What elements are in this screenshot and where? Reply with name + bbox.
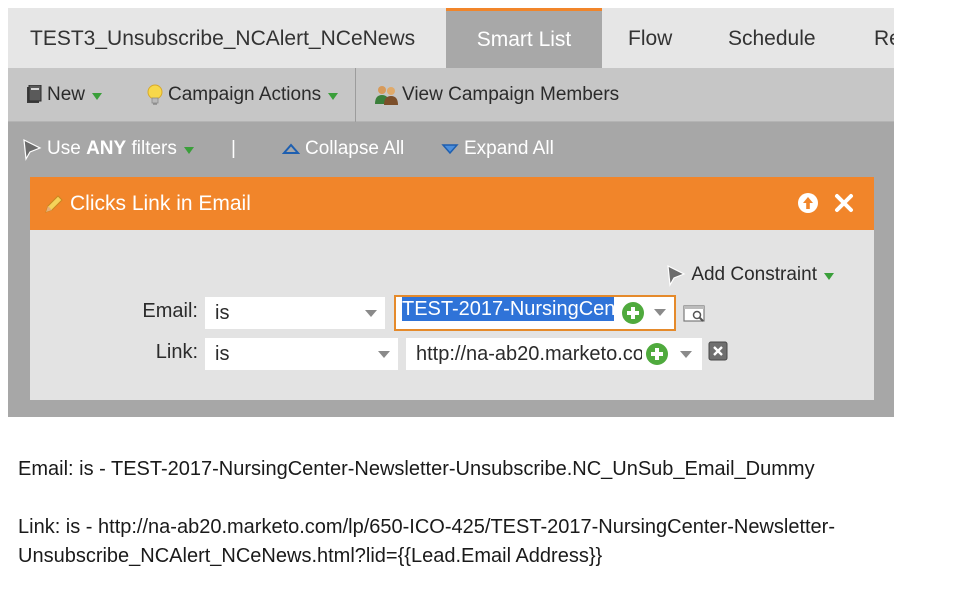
email-note-text: Email: is - TEST-2017-NursingCenter-News… xyxy=(18,458,815,480)
tab-smart-list[interactable]: Smart List xyxy=(446,8,602,68)
lookup-icon[interactable] xyxy=(683,304,707,324)
collapse-all-label: Collapse All xyxy=(305,138,405,159)
view-campaign-members-button[interactable]: View Campaign Members xyxy=(374,68,619,122)
tab-bar: TEST3_Unsubscribe_NCAlert_NCeNews Smart … xyxy=(8,8,894,68)
filter-card: Clicks Link in Email Add Constraint Emai… xyxy=(30,177,874,400)
email-row-label: Email: xyxy=(142,300,198,322)
filter-funnel-icon xyxy=(23,138,42,161)
expand-all-label: Expand All xyxy=(464,138,554,159)
add-constraint-caret-icon xyxy=(824,272,834,280)
collapse-all-button[interactable]: Collapse All xyxy=(282,122,404,176)
toolbar: New Campaign Actions View Campaign Membe… xyxy=(8,68,894,122)
email-operator-value: is xyxy=(215,302,230,324)
view-campaign-members-label: View Campaign Members xyxy=(402,84,620,105)
email-value-combobox[interactable]: TEST-2017-NursingCente xyxy=(394,295,676,331)
link-value-caret-icon[interactable] xyxy=(680,351,692,358)
lightbulb-icon xyxy=(147,84,163,105)
pencil-filter-icon xyxy=(45,195,63,213)
any-label: ANY xyxy=(86,138,127,159)
email-operator-select[interactable]: is xyxy=(205,297,385,329)
tab-flow[interactable]: Flow xyxy=(628,8,672,68)
expand-all-button[interactable]: Expand All xyxy=(441,122,554,176)
email-add-icon[interactable] xyxy=(622,302,644,324)
link-value-text: http://na-ab20.marketo.co xyxy=(416,343,642,365)
email-operator-caret-icon xyxy=(365,310,377,317)
collapse-triangle-icon xyxy=(282,143,300,154)
filter-logic-dropdown[interactable]: Use ANY filters xyxy=(22,122,194,176)
filter-logic-caret-icon xyxy=(183,146,194,154)
new-icon xyxy=(27,85,42,103)
link-operator-caret-icon xyxy=(378,351,390,358)
tab-results[interactable]: Re xyxy=(874,8,894,68)
filters-label: filters xyxy=(131,138,177,159)
link-operator-value: is xyxy=(215,343,230,365)
link-row-label: Link: xyxy=(155,341,198,363)
filter-options-bar: Use ANY filters | Collapse All Expand Al… xyxy=(8,122,894,178)
toolbar-divider xyxy=(355,68,356,122)
close-icon[interactable] xyxy=(833,192,855,214)
link-operator-select[interactable]: is xyxy=(205,338,398,370)
link-add-icon[interactable] xyxy=(646,343,668,365)
add-constraint-button[interactable]: Add Constraint xyxy=(666,263,834,287)
new-label: New xyxy=(47,84,86,105)
new-dropdown-caret-icon xyxy=(92,92,103,100)
add-constraint-label: Add Constraint xyxy=(691,264,817,285)
use-label: Use xyxy=(47,138,81,159)
filter-title: Clicks Link in Email xyxy=(70,192,251,215)
constraint-funnel-icon xyxy=(667,264,686,287)
campaign-actions-button[interactable]: Campaign Actions xyxy=(146,68,339,122)
link-note-text-line-1: Link: is - http://na-ab20.marketo.com/lp… xyxy=(18,516,836,538)
members-icon xyxy=(375,86,398,105)
email-value-caret-icon[interactable] xyxy=(654,309,666,316)
delete-row-icon[interactable] xyxy=(708,341,728,361)
filterbar-separator: | xyxy=(231,138,236,159)
campaign-actions-caret-icon xyxy=(328,92,339,100)
move-up-icon[interactable] xyxy=(797,192,819,214)
link-note-text-line-2: Unsubscribe_NCAlert_NCeNews.html?lid={{L… xyxy=(18,545,603,567)
link-value-combobox[interactable]: http://na-ab20.marketo.co xyxy=(406,338,702,370)
tab-schedule[interactable]: Schedule xyxy=(728,8,816,68)
filter-card-header[interactable]: Clicks Link in Email xyxy=(30,177,874,230)
new-button[interactable]: New xyxy=(26,68,103,122)
email-value-text: TEST-2017-NursingCente xyxy=(402,297,614,321)
campaign-actions-label: Campaign Actions xyxy=(168,84,322,105)
expand-triangle-icon xyxy=(441,144,459,155)
tab-campaign-name[interactable]: TEST3_Unsubscribe_NCAlert_NCeNews xyxy=(30,8,415,68)
